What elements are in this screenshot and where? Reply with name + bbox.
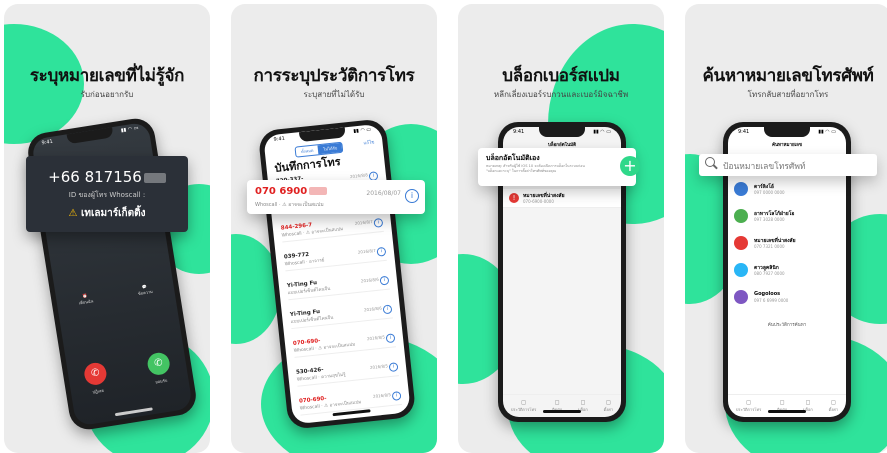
tab-item[interactable]: ◻ ประวัติการโทร xyxy=(511,399,536,413)
panel-title: ระบุหมายเลขที่ไม่รู้จัก รับก่อนอยากรับ xyxy=(4,66,210,101)
caller-warning: ⚠ เทเลมาร์เก็ตติ้ง xyxy=(68,208,146,219)
tab-item[interactable]: ◻ ตั้งค่า xyxy=(829,399,838,413)
more-link[interactable]: ค้นประวัติการค้นหา xyxy=(728,321,846,328)
status-time: 9:41 xyxy=(738,129,750,135)
decline-label: ปฏิเสธ xyxy=(92,387,105,395)
tab-bar: ◻ประวัติการโทร◻ติดต่อ◻บล็อก◻ตั้งค่า xyxy=(728,394,846,417)
result-sub: 097 0000 0000 xyxy=(754,190,785,195)
result-icon xyxy=(734,263,748,277)
tab-item[interactable]: ◻ ประวัติการโทร xyxy=(736,399,761,413)
subtitle-text: โทรกลับสายที่อยากโทร xyxy=(747,90,829,99)
caller-number: +66 817156 xyxy=(26,168,188,186)
result-sub: 080 7927 0000 xyxy=(754,271,785,276)
panel-block-spam: บล็อกเบอร์สแปม หลีกเลี่ยงเบอร์รบกวนและเบ… xyxy=(458,4,664,453)
tab-item[interactable]: ◻ ตั้งค่า xyxy=(604,399,613,413)
search-bar[interactable]: ป้อนหมายเลขโทรศัพท์ xyxy=(699,154,877,176)
blocked-sub: 070-6900-0000 xyxy=(523,199,554,204)
screen-header: ค้นหาหมายเลข xyxy=(771,143,803,148)
btn-remind[interactable]: ⏰ เตือนฉัน xyxy=(70,291,102,308)
search-result-item[interactable]: Gogoloos 097 6 6999 0000 xyxy=(734,287,840,309)
warning-icon: ⚠ xyxy=(68,208,78,219)
caller-id-card: +66 817156 ID ของผู้โทร Whoscall : ⚠ เทเ… xyxy=(26,156,188,232)
accept-label: ยอมรับ xyxy=(154,377,168,385)
search-result-item[interactable]: อาหารโลโก้ฝ่ายโอ 097 3028 0000 xyxy=(734,206,840,228)
subtitle-text: หลีกเลี่ยงเบอร์รบกวนและเบอร์มิจฉาชีพ xyxy=(493,90,629,99)
search-result-item[interactable]: ดาร์ลิงโอ้ 097 0000 0000 xyxy=(734,179,840,201)
subtitle-text: รับก่อนอยากรับ xyxy=(80,90,134,99)
title-text: ระบุหมายเลขที่ไม่รู้จัก xyxy=(29,66,185,86)
call-log-row[interactable]: 039-772 Whoscall · อาจารย์ 2016/8/7 i xyxy=(283,243,387,272)
edit-button[interactable]: แก้ไข xyxy=(363,138,374,146)
status-time: 9:41 xyxy=(513,129,525,135)
search-result-item[interactable]: หมายเลขที่น่าสงสัย 070 7321 0000 xyxy=(734,233,840,255)
add-block-button[interactable]: + xyxy=(620,156,640,176)
result-icon xyxy=(734,290,748,304)
info-icon[interactable]: i xyxy=(405,189,419,203)
panel-search-number: ค้นหาหมายเลขโทรศัพท์ โทรกลับสายที่อยากโท… xyxy=(685,4,887,453)
call-log-screen: 9:41 ▮▮ ◠ ▭ ทั้งหมด ไม่ได้รับ แก้ไข บันทึ… xyxy=(263,123,411,425)
call-log-row[interactable]: Yi-Ting Fu แบบเปอร์เซ็นต์ไคนจีน 2016/8/6 i xyxy=(286,272,390,301)
blocked-item[interactable]: ! หมายเลขที่น่าสงสัย 070-6900-0000 xyxy=(503,189,621,208)
search-result-item[interactable]: ตาวลูคลินิก 080 7927 0000 xyxy=(734,260,840,282)
result-sub: 070 7321 0000 xyxy=(754,244,785,249)
panel-title: บล็อกเบอร์สแปม หลีกเลี่ยงเบอร์รบกวนและเบ… xyxy=(458,66,664,101)
card-title: บล็อกอัตโนมัติเอง xyxy=(486,154,540,162)
card-text: หมายเหตุ: สำหรับผู้ใช้ iOS 10 จะต้องเปิด… xyxy=(486,164,585,173)
tab-bar: ◻ประวัติการโทร◻ติดต่อ◻บล็อก◻ตั้งค่า xyxy=(503,394,621,417)
decline-button[interactable]: ✆ xyxy=(82,361,108,387)
highlight-number: 070 6900 xyxy=(255,186,308,197)
panel-identify: ระบุหมายเลขที่ไม่รู้จัก รับก่อนอยากรับ 9… xyxy=(4,4,210,453)
call-log-row[interactable]: 070-690- Whoscall · ⚠ อาจจะเป็นสแปม 2016/8… xyxy=(292,330,396,358)
result-name: Gogoloos xyxy=(754,291,781,297)
title-text: ค้นหาหมายเลขโทรศัพท์ xyxy=(702,66,874,86)
block-icon: ! xyxy=(509,193,519,203)
status-time: 9:41 xyxy=(41,138,54,147)
status-time: 9:41 xyxy=(273,135,286,143)
result-icon xyxy=(734,236,748,250)
highlighted-call-card[interactable]: 070 6900 Whoscall · ⚠ อาจจะเป็นสแปม 2016… xyxy=(247,180,425,214)
screen-header: บล็อกอัตโนมัติ xyxy=(547,143,577,148)
call-log-row[interactable]: Yi-Ting Fu แบบเปอร์เซ็นต์ไคนจีน 2016/8/6 i xyxy=(289,301,393,330)
btn-message[interactable]: 💬 ข้อความ xyxy=(129,282,161,299)
panel-title: การระบุประวัติการโทร ระบุสายที่ไม่ได้รับ xyxy=(231,66,437,101)
auto-block-card: บล็อกอัตโนมัติเอง หมายเหตุ: สำหรับผู้ใช้… xyxy=(478,148,636,186)
result-icon xyxy=(734,209,748,223)
panel-title: ค้นหาหมายเลขโทรศัพท์ โทรกลับสายที่อยากโท… xyxy=(685,66,887,101)
subtitle-text: ระบุสายที่ไม่ได้รับ xyxy=(303,90,365,99)
result-icon xyxy=(734,182,748,196)
call-log-row[interactable]: 530-426- Whoscall · ความสุขไม่รู้ 2016/8/5… xyxy=(295,359,400,387)
caller-id-line: ID ของผู้โทร Whoscall : xyxy=(68,191,146,199)
accept-button[interactable]: ✆ xyxy=(146,351,172,377)
panel-call-log: การระบุประวัติการโทร ระบุสายที่ไม่ได้รับ… xyxy=(231,4,437,453)
highlight-date: 2016/08/07 xyxy=(366,190,401,197)
highlight-sub: Whoscall · ⚠ อาจจะเป็นสแปม xyxy=(255,202,324,208)
result-sub: 097 3028 0000 xyxy=(754,217,785,222)
title-text: การระบุประวัติการโทร xyxy=(253,66,415,86)
result-sub: 097 6 6999 0000 xyxy=(754,298,789,303)
call-log-row[interactable]: 844-296-7 Whoscall · ⚠ อาจจะเป็นสแปม 2016/… xyxy=(280,214,384,243)
title-text: บล็อกเบอร์สแปม xyxy=(502,66,620,86)
search-input[interactable]: ป้อนหมายเลขโทรศัพท์ xyxy=(723,159,806,173)
